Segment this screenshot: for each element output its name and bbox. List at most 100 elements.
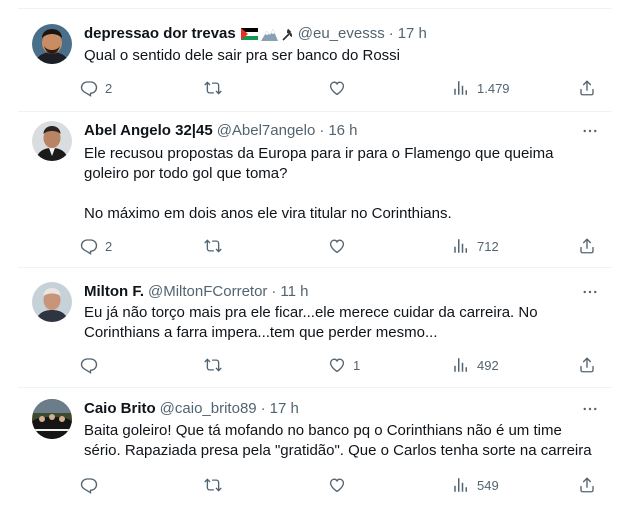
reply-icon xyxy=(80,79,98,97)
view-count: 1.479 xyxy=(477,80,510,96)
user-handle[interactable]: @Abel7angelo xyxy=(217,121,316,141)
views-button[interactable]: 712 xyxy=(452,236,499,256)
view-count: 492 xyxy=(477,357,499,373)
user-handle[interactable]: @eu_evesss xyxy=(298,24,385,44)
avatar[interactable] xyxy=(32,282,72,322)
avatar-image xyxy=(32,24,72,64)
user-handle[interactable]: @caio_brito89 xyxy=(160,399,257,419)
hammer-sickle-icon xyxy=(282,28,292,41)
share-icon xyxy=(578,79,596,97)
views-button[interactable]: 1.479 xyxy=(452,78,510,98)
more-options-button[interactable] xyxy=(580,121,600,141)
share-button[interactable] xyxy=(578,78,596,98)
tweet-text: Ele recusou propostas da Europa para ir … xyxy=(84,144,604,224)
display-name[interactable]: Milton F. xyxy=(84,282,144,302)
timestamp[interactable]: 17 h xyxy=(398,24,427,44)
display-name[interactable]: Abel Angelo 32|45 xyxy=(84,121,213,141)
name-emojis xyxy=(240,27,294,41)
view-count: 549 xyxy=(477,477,499,493)
reply-icon xyxy=(80,476,98,494)
views-button[interactable]: 549 xyxy=(452,475,499,495)
heart-icon xyxy=(328,79,346,97)
display-name[interactable]: Caio Brito xyxy=(84,399,156,419)
retweet-icon xyxy=(204,476,222,494)
avatar[interactable] xyxy=(32,24,72,64)
action-bar: 2 712 xyxy=(80,236,600,256)
tweet-text-line: Ele recusou propostas da Europa para ir … xyxy=(84,145,554,162)
share-button[interactable] xyxy=(578,355,596,375)
more-options-button[interactable] xyxy=(580,399,600,419)
heart-icon xyxy=(328,237,346,255)
divider xyxy=(18,8,612,9)
more-icon xyxy=(581,283,599,301)
tweet-text: Baita goleiro! Que tá mofando no banco p… xyxy=(84,421,604,461)
analytics-icon xyxy=(452,237,470,255)
reply-feed: depressao dor trevas @eu_evesss · 17 h Q… xyxy=(18,0,612,509)
like-button[interactable]: 1 xyxy=(328,355,360,375)
share-button[interactable] xyxy=(578,475,596,495)
tweet-text-line: No máximo em dois anos ele vira titular … xyxy=(84,205,452,222)
share-button[interactable] xyxy=(578,236,596,256)
separator-dot: · xyxy=(260,400,266,417)
reply-tweet[interactable]: Abel Angelo 32|45 @Abel7angelo · 16 h El… xyxy=(18,112,612,267)
tweet-header: depressao dor trevas @eu_evesss · 17 h xyxy=(84,24,427,44)
mountain-icon xyxy=(260,28,278,41)
view-count: 712 xyxy=(477,238,499,254)
more-icon xyxy=(581,400,599,418)
tweet-text: Qual o sentido dele sair pra ser banco d… xyxy=(84,46,604,66)
tweet-text-line: sério. Rapaziada presa pela "gratidão". … xyxy=(84,442,592,459)
reply-button[interactable] xyxy=(80,355,98,375)
retweet-button[interactable] xyxy=(204,78,222,98)
views-button[interactable]: 492 xyxy=(452,355,499,375)
user-handle[interactable]: @MiltonFCorretor xyxy=(148,282,267,302)
reply-tweet[interactable]: Milton F. @MiltonFCorretor · 11 h Eu já … xyxy=(18,268,612,386)
timestamp[interactable]: 17 h xyxy=(270,399,299,419)
reply-icon xyxy=(80,237,98,255)
tweet-header: Milton F. @MiltonFCorretor · 11 h xyxy=(84,282,309,302)
separator-dot: · xyxy=(319,122,325,139)
tweet-text-line: Eu já não torço mais pra ele ficar...ele… xyxy=(84,304,538,321)
tweet-text-line: goleiro por todo gol que toma? xyxy=(84,165,288,182)
tweet-text: Eu já não torço mais pra ele ficar...ele… xyxy=(84,303,604,343)
avatar[interactable] xyxy=(32,399,72,439)
retweet-button[interactable] xyxy=(204,236,222,256)
analytics-icon xyxy=(452,79,470,97)
retweet-button[interactable] xyxy=(204,475,222,495)
retweet-icon xyxy=(204,356,222,374)
share-icon xyxy=(578,237,596,255)
analytics-icon xyxy=(452,356,470,374)
avatar[interactable] xyxy=(32,121,72,161)
more-icon xyxy=(581,122,599,140)
avatar-image xyxy=(32,282,72,322)
analytics-icon xyxy=(452,476,470,494)
reply-count: 2 xyxy=(105,238,113,254)
timestamp[interactable]: 16 h xyxy=(328,121,357,141)
like-button[interactable] xyxy=(328,78,346,98)
reply-button[interactable]: 2 xyxy=(80,236,112,256)
tweet-header: Caio Brito @caio_brito89 · 17 h xyxy=(84,399,299,419)
timestamp[interactable]: 11 h xyxy=(280,282,308,302)
more-options-button[interactable] xyxy=(580,282,600,302)
reply-count: 2 xyxy=(105,80,113,96)
action-bar: 549 xyxy=(80,475,600,495)
retweet-button[interactable] xyxy=(204,355,222,375)
action-bar: 1 492 xyxy=(80,355,600,375)
tweet-text-line: Corinthians a farra impera...tem que per… xyxy=(84,324,438,341)
separator-dot: · xyxy=(388,25,394,42)
reply-button[interactable] xyxy=(80,475,98,495)
reply-tweet[interactable]: depressao dor trevas @eu_evesss · 17 h Q… xyxy=(18,16,612,111)
avatar-image xyxy=(32,121,72,161)
tweet-text-line: Baita goleiro! Que tá mofando no banco p… xyxy=(84,422,562,439)
retweet-icon xyxy=(204,237,222,255)
like-count: 1 xyxy=(353,357,361,373)
reply-button[interactable]: 2 xyxy=(80,78,112,98)
reply-tweet[interactable]: Caio Brito @caio_brito89 · 17 h Baita go… xyxy=(18,388,612,509)
like-button[interactable] xyxy=(328,236,346,256)
like-button[interactable] xyxy=(328,475,346,495)
share-icon xyxy=(578,356,596,374)
retweet-icon xyxy=(204,79,222,97)
display-name[interactable]: depressao dor trevas xyxy=(84,24,236,44)
avatar-image xyxy=(32,399,72,439)
heart-icon xyxy=(328,356,346,374)
